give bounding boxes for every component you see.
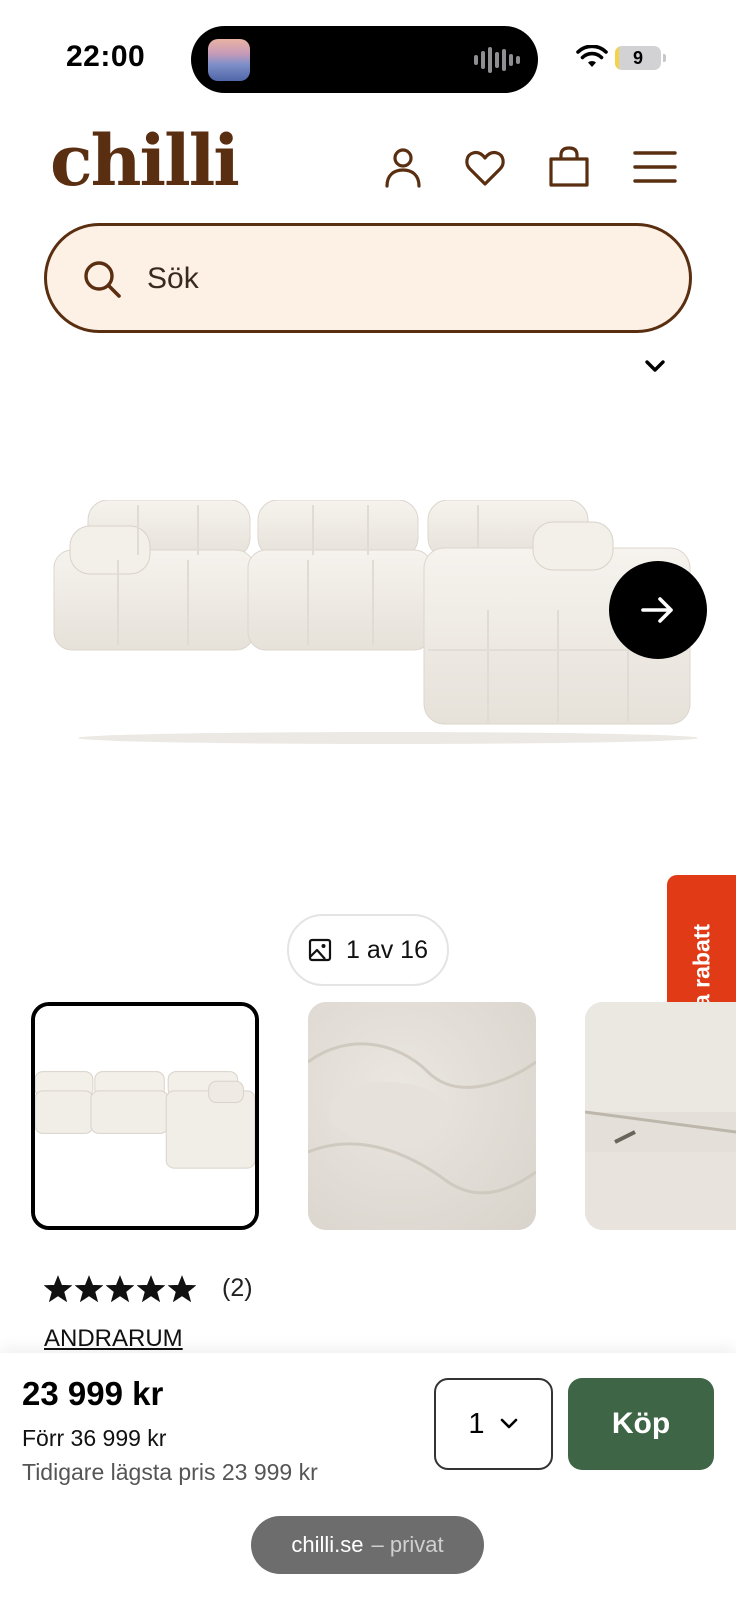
heart-icon xyxy=(465,150,505,186)
menu-icon xyxy=(633,151,677,183)
status-time: 22:00 xyxy=(66,40,146,73)
brand-link[interactable]: ANDRARUM xyxy=(44,1325,183,1353)
search-icon xyxy=(84,261,121,298)
battery-percent: 9 xyxy=(632,48,643,68)
thumbnail-1[interactable] xyxy=(31,1002,259,1230)
fabric-closeup-thumbnail xyxy=(308,1002,536,1230)
battery-icon: 9 xyxy=(615,46,666,70)
quantity-value: 1 xyxy=(468,1407,485,1440)
search-input[interactable] xyxy=(147,252,647,306)
star-icon xyxy=(44,1274,72,1302)
chevron-down-icon xyxy=(500,1418,517,1429)
browser-address-pill[interactable]: chilli.se – privat xyxy=(251,1516,484,1574)
star-icon xyxy=(137,1274,165,1302)
rating-count: (2) xyxy=(222,1274,253,1302)
now-playing-artwork xyxy=(208,39,250,81)
lowest-price-note: Tidigare lägsta pris 23 999 kr xyxy=(22,1459,318,1485)
dynamic-island xyxy=(191,26,538,93)
image-counter[interactable]: 1 av 16 xyxy=(287,914,449,986)
image-counter-text: 1 av 16 xyxy=(345,935,428,964)
shopping-bag-icon xyxy=(549,146,589,187)
star-icon xyxy=(75,1274,103,1302)
audio-waveform-icon xyxy=(474,46,520,74)
quantity-select[interactable]: 1 xyxy=(434,1378,553,1470)
module-detail-thumbnail xyxy=(585,1002,736,1230)
menu-button[interactable] xyxy=(631,143,679,191)
star-icon xyxy=(106,1274,134,1302)
buy-button[interactable]: Köp xyxy=(568,1378,714,1470)
product-rating[interactable]: (2) xyxy=(44,1274,253,1303)
thumbnail-2[interactable] xyxy=(308,1002,536,1230)
account-icon xyxy=(385,148,421,188)
browser-mode: – privat xyxy=(371,1532,444,1557)
current-price: 23 999 kr xyxy=(22,1375,164,1412)
status-bar: 22:00 9 xyxy=(0,0,736,100)
thumbnail-3[interactable] xyxy=(585,1002,736,1230)
rating-stars xyxy=(44,1274,196,1303)
wifi-icon xyxy=(576,45,608,67)
previous-price: Förr 36 999 kr xyxy=(22,1425,167,1451)
sofa-thumbnail xyxy=(35,1006,255,1226)
arrow-right-icon xyxy=(641,597,673,623)
search-bar[interactable] xyxy=(44,223,692,333)
chevron-down-icon[interactable] xyxy=(641,355,669,377)
account-button[interactable] xyxy=(379,143,427,191)
cart-button[interactable] xyxy=(545,143,593,191)
image-icon xyxy=(308,938,332,962)
site-logo[interactable]: chilli xyxy=(50,126,240,196)
wishlist-button[interactable] xyxy=(461,143,509,191)
next-image-button[interactable] xyxy=(609,561,707,659)
star-icon xyxy=(168,1274,196,1302)
browser-domain: chilli.se xyxy=(291,1532,364,1557)
